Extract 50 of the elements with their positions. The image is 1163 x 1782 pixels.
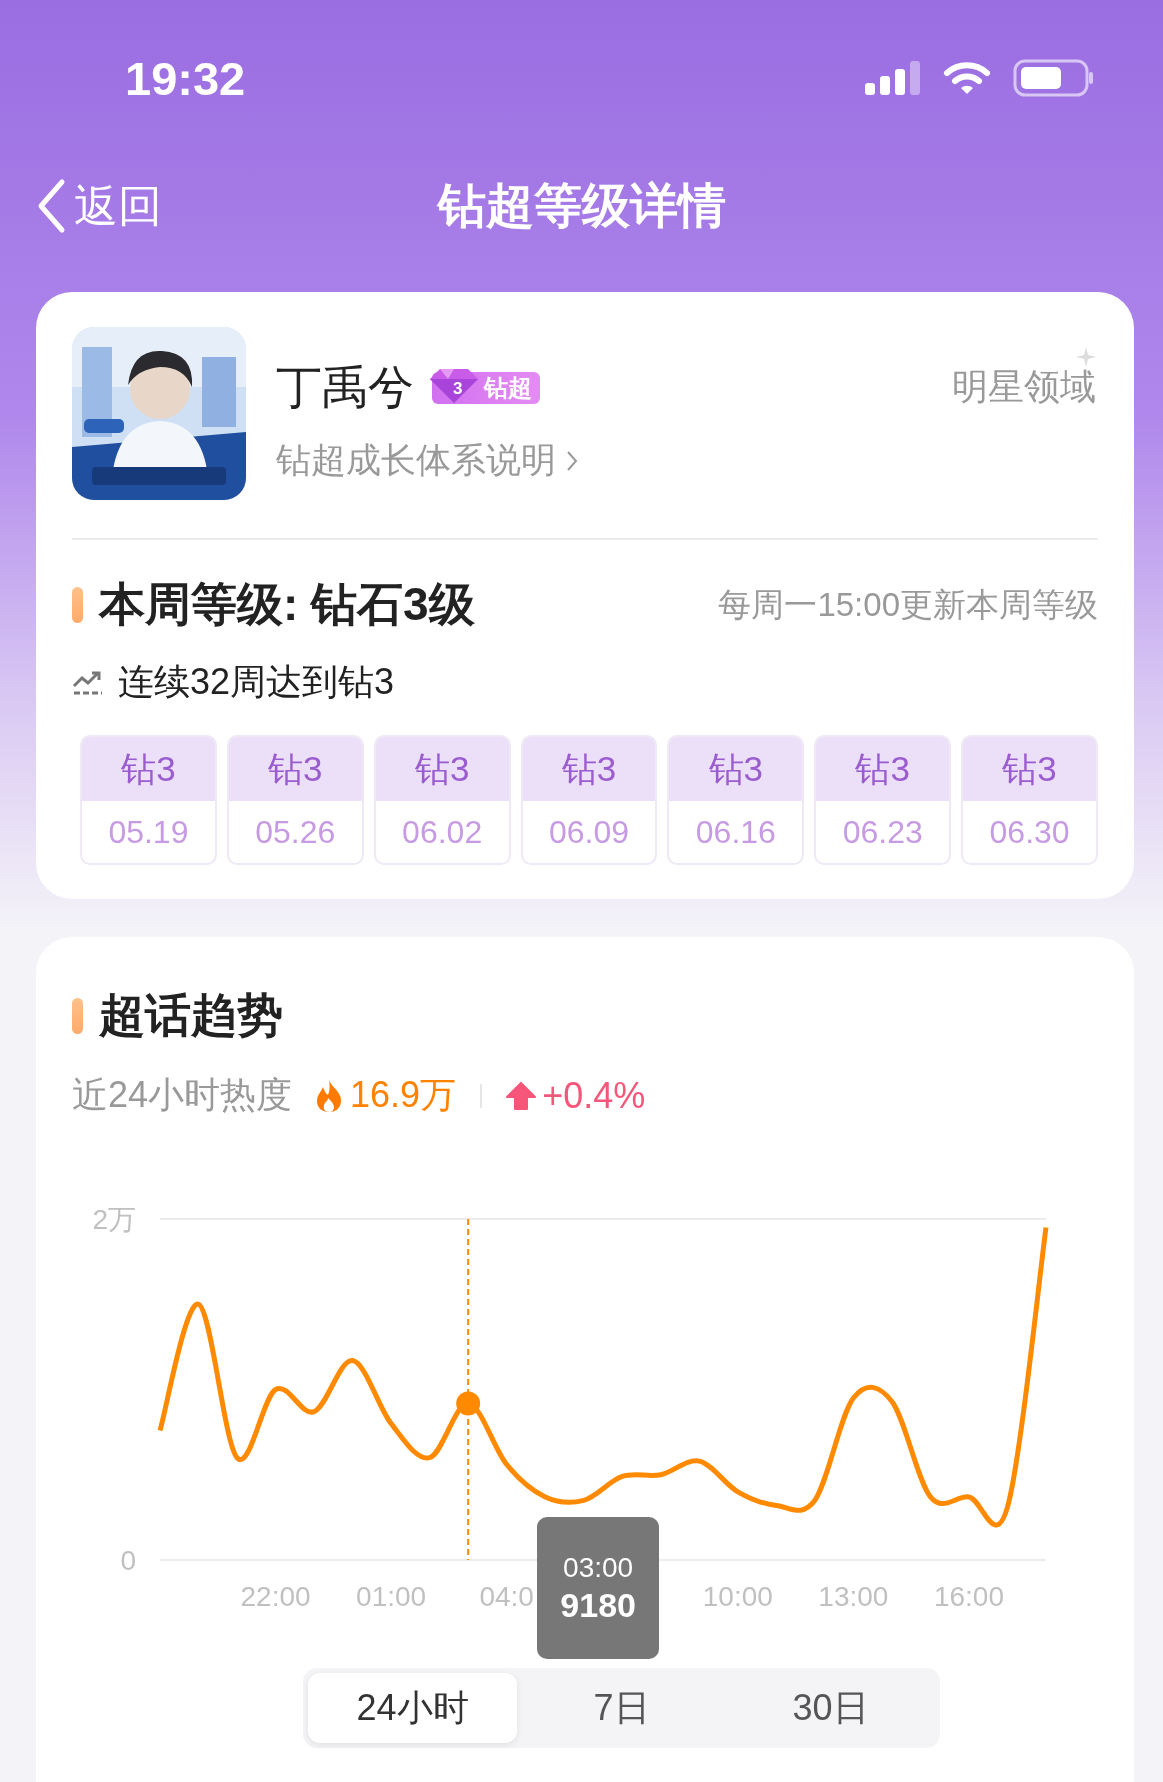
week-level: 钻3 [228,737,362,801]
trend-icon [72,669,104,696]
battery-icon [1013,59,1095,97]
week-level: 钻3 [963,737,1096,801]
range-tab[interactable]: 30日 [726,1673,935,1743]
update-note: 每周一15:00更新本周等级 [718,584,1098,625]
axis-label: 2万 [92,1204,136,1235]
week-level: 钻3 [669,737,803,801]
axis-label: 01:00 [356,1581,427,1612]
week-date: 05.26 [254,813,337,852]
section-title: 超话趋势 [99,988,283,1043]
axis-label: 10:00 [702,1581,773,1612]
axis-label: 22:00 [240,1581,311,1612]
week-date: 06.09 [547,813,631,852]
sparkle-icon [1076,347,1096,367]
level-badge: 3 钻超 [432,372,540,404]
week-date: 06.02 [401,813,484,852]
chevron-icon [566,449,578,472]
week-date: 06.30 [988,813,1071,852]
axis-label: 16:00 [933,1581,1004,1612]
up-arrow-icon [506,1080,537,1111]
axis-label: 04:0 [479,1581,534,1612]
week-level: 钻3 [816,737,950,801]
tooltip-time: 03:00 [563,1551,634,1584]
streak-text: 连续32周达到钻3 [118,660,395,704]
wifi-icon [943,61,991,95]
signal-icon [865,61,921,95]
axis-label: 13:00 [818,1581,889,1612]
gem-level: 3 [453,380,463,397]
stat-label: 近24小时热度 [72,1073,293,1117]
domain-label: 明星领域 [952,366,1096,407]
week-level: 钻3 [375,737,509,801]
week-level: 钻3 [522,737,656,801]
section-marker [72,998,83,1034]
tooltip-value: 9180 [560,1585,636,1625]
page-title: 钻超等级详情 [437,178,726,234]
range-tab[interactable]: 7日 [517,1673,726,1743]
change-value: +0.4% [542,1074,646,1117]
heat-value: 16.9万 [350,1073,457,1117]
back-icon [36,178,66,234]
section-title: 本周等级: 钻石3级 [99,577,475,632]
section-marker [72,587,83,623]
axis-label: 0 [120,1545,136,1576]
week-date: 06.16 [694,813,777,852]
status-time: 19:32 [125,50,246,106]
week-date: 05.19 [107,813,190,852]
user-name: 丁禹兮 [276,360,414,415]
week-date: 06.23 [841,813,924,852]
week-level: 钻3 [82,737,215,801]
range-tab[interactable]: 24小时 [308,1673,517,1743]
